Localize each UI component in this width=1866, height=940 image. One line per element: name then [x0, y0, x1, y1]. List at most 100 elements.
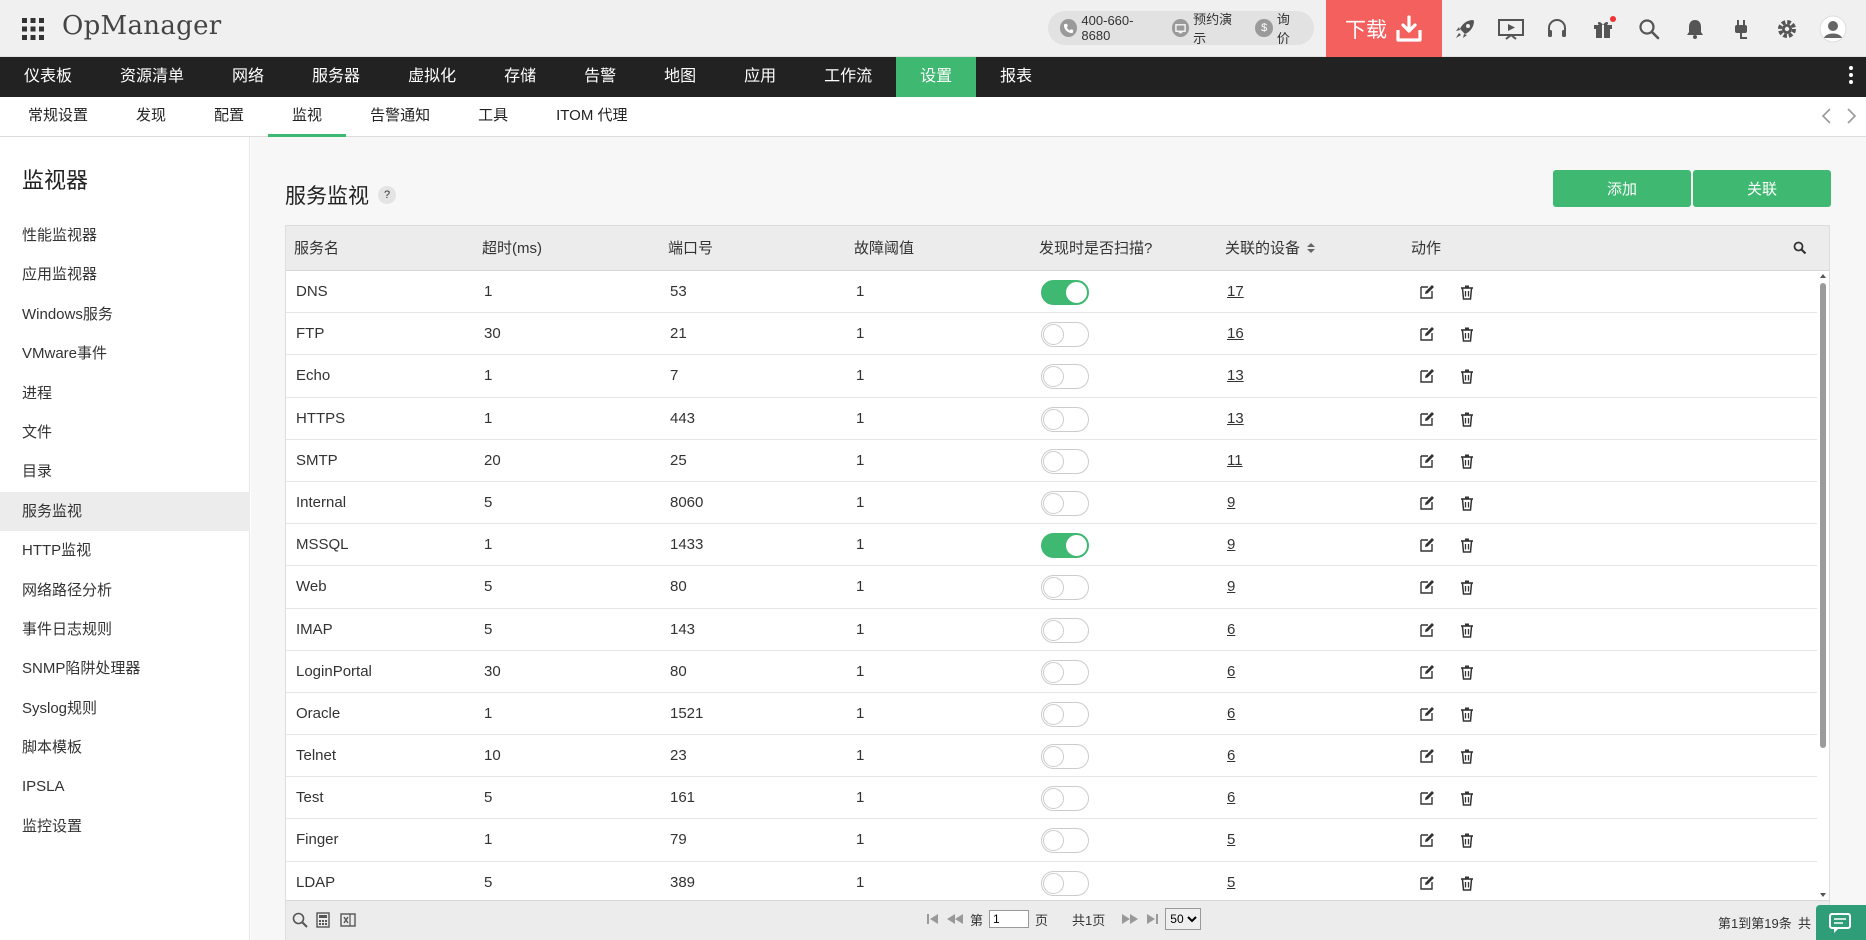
associated-devices-link[interactable]: 9: [1227, 524, 1235, 566]
edit-icon[interactable]: [1419, 495, 1435, 511]
more-options-icon[interactable]: [1848, 66, 1854, 88]
main-nav-item[interactable]: 告警: [560, 57, 640, 97]
edit-icon[interactable]: [1419, 326, 1435, 342]
edit-icon[interactable]: [1419, 453, 1435, 469]
delete-icon[interactable]: [1459, 368, 1475, 385]
delete-icon[interactable]: [1459, 790, 1475, 806]
scan-toggle[interactable]: [1041, 828, 1089, 854]
associated-devices-link[interactable]: 16: [1227, 313, 1244, 355]
next-page-icon[interactable]: [1121, 912, 1139, 926]
gift-icon[interactable]: [1580, 0, 1626, 57]
scan-toggle[interactable]: [1041, 786, 1089, 812]
column-header[interactable]: 关联的设备: [1225, 226, 1316, 271]
scan-toggle[interactable]: [1041, 364, 1089, 390]
main-nav-item[interactable]: 虚拟化: [384, 57, 480, 97]
add-button[interactable]: 添加: [1553, 170, 1691, 207]
delete-icon[interactable]: [1459, 664, 1475, 680]
sidebar-item[interactable]: 服务监视: [0, 491, 250, 532]
sub-nav-tab[interactable]: 发现: [112, 97, 190, 137]
table-search-icon[interactable]: [1793, 240, 1807, 256]
scan-toggle[interactable]: [1041, 448, 1089, 474]
price-link[interactable]: $ 询价: [1255, 9, 1302, 47]
edit-icon[interactable]: [1419, 664, 1435, 680]
edit-icon[interactable]: [1419, 875, 1435, 891]
help-icon[interactable]: ?: [378, 186, 396, 204]
delete-icon[interactable]: [1459, 537, 1475, 553]
edit-icon[interactable]: [1419, 537, 1435, 553]
main-nav-item[interactable]: 地图: [640, 57, 720, 97]
demo-link[interactable]: 预约演示: [1171, 9, 1244, 47]
sidebar-item[interactable]: 网络路径分析: [0, 571, 250, 610]
plug-icon[interactable]: [1718, 0, 1764, 57]
scan-toggle[interactable]: [1041, 280, 1089, 305]
delete-icon[interactable]: [1459, 832, 1475, 849]
headset-icon[interactable]: [1534, 0, 1580, 57]
first-page-icon[interactable]: [926, 912, 940, 926]
sidebar-item[interactable]: IPSLA: [0, 767, 250, 806]
associated-devices-link[interactable]: 11: [1227, 440, 1243, 482]
sub-nav-tab[interactable]: ITOM 代理: [532, 97, 651, 137]
associated-devices-link[interactable]: 6: [1227, 735, 1235, 777]
delete-icon[interactable]: [1459, 706, 1475, 722]
main-nav-item[interactable]: 网络: [208, 57, 288, 97]
scroll-down-icon[interactable]: [1819, 891, 1827, 899]
sidebar-item[interactable]: 事件日志规则: [0, 610, 250, 649]
edit-icon[interactable]: [1419, 790, 1435, 806]
download-button[interactable]: 下载: [1326, 0, 1442, 57]
delete-icon[interactable]: [1459, 875, 1475, 891]
delete-icon[interactable]: [1459, 326, 1475, 342]
associated-devices-link[interactable]: 6: [1227, 609, 1235, 651]
sidebar-item[interactable]: Syslog规则: [0, 689, 250, 728]
edit-icon[interactable]: [1419, 622, 1435, 638]
sub-nav-tab[interactable]: 监视: [268, 97, 347, 137]
chevron-right-icon[interactable]: [1846, 107, 1858, 125]
chat-button[interactable]: [1816, 905, 1866, 940]
main-nav-item[interactable]: 报表: [976, 57, 1056, 97]
export-excel-icon[interactable]: [340, 912, 356, 928]
per-page-select[interactable]: 50: [1165, 908, 1202, 930]
calculator-icon[interactable]: [316, 912, 330, 928]
edit-icon[interactable]: [1419, 411, 1435, 427]
sidebar-item[interactable]: 监控设置: [0, 807, 250, 846]
edit-icon[interactable]: [1419, 579, 1435, 595]
prev-page-icon[interactable]: [946, 912, 964, 926]
scan-toggle[interactable]: [1041, 490, 1089, 516]
rocket-icon[interactable]: [1442, 0, 1488, 57]
scan-toggle[interactable]: [1041, 659, 1089, 685]
edit-icon[interactable]: [1419, 832, 1435, 848]
sidebar-item[interactable]: 进程: [0, 374, 250, 413]
edit-icon[interactable]: [1419, 368, 1435, 384]
associated-devices-link[interactable]: 9: [1227, 566, 1235, 608]
associated-devices-link[interactable]: 6: [1227, 777, 1235, 819]
delete-icon[interactable]: [1459, 622, 1475, 638]
phone-link[interactable]: 400-660-8680: [1060, 13, 1160, 43]
user-avatar-icon[interactable]: [1810, 0, 1856, 57]
sidebar-item[interactable]: HTTP监视: [0, 531, 250, 570]
scroll-up-icon[interactable]: [1819, 272, 1827, 280]
scan-toggle[interactable]: [1041, 575, 1089, 601]
edit-icon[interactable]: [1419, 284, 1435, 300]
associated-devices-link[interactable]: 9: [1227, 482, 1235, 524]
associate-button[interactable]: 关联: [1693, 170, 1831, 207]
scan-toggle[interactable]: [1041, 617, 1089, 643]
gear-icon[interactable]: [1764, 0, 1810, 57]
edit-icon[interactable]: [1419, 748, 1435, 764]
search-icon[interactable]: [1626, 0, 1672, 57]
sub-nav-tab[interactable]: 告警通知: [346, 97, 454, 137]
main-nav-item[interactable]: 设置: [896, 57, 977, 97]
sidebar-item[interactable]: 性能监视器: [0, 216, 250, 255]
main-nav-item[interactable]: 存储: [480, 57, 560, 97]
sidebar-item[interactable]: 目录: [0, 452, 250, 491]
main-nav-item[interactable]: 工作流: [800, 57, 896, 97]
sub-nav-tab[interactable]: 工具: [454, 97, 532, 137]
associated-devices-link[interactable]: 13: [1227, 355, 1244, 397]
scan-toggle[interactable]: [1041, 533, 1089, 559]
main-nav-item[interactable]: 资源清单: [96, 57, 208, 97]
sort-icon[interactable]: [1306, 241, 1316, 255]
footer-search-icon[interactable]: [292, 912, 308, 928]
sidebar-item[interactable]: Windows服务: [0, 295, 250, 334]
vertical-scrollbar[interactable]: [1818, 271, 1828, 900]
delete-icon[interactable]: [1459, 411, 1475, 427]
sub-nav-tab[interactable]: 配置: [190, 97, 268, 137]
sidebar-item[interactable]: 文件: [0, 413, 250, 452]
